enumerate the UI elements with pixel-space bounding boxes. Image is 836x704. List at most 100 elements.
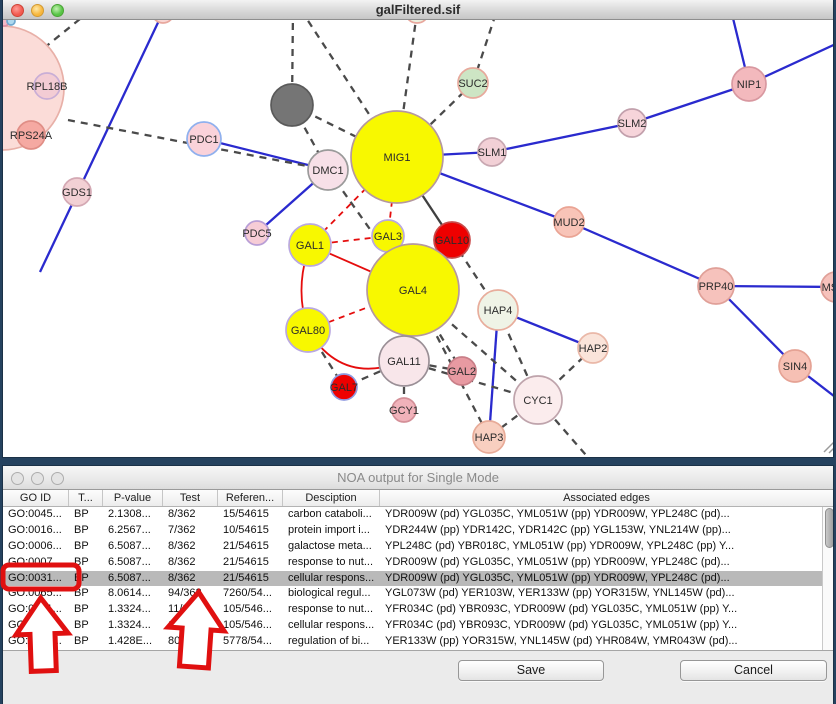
graph-node-label: MIG1 [384,152,411,164]
table-column-header[interactable]: GO IDT...P-valueTestReferen...Desciption… [3,490,833,507]
graph-edge[interactable] [40,12,163,272]
cancel-button[interactable]: Cancel [680,660,827,681]
column-header[interactable]: GO ID [3,490,69,506]
graph-node-label: PDC1 [189,134,218,146]
table-cell: 7/362 [163,523,218,539]
network-canvas[interactable]: RPL18BRPS24AGDS1PDC1PDC5DMC1MIG1SUC2SLM1… [3,0,833,457]
table-cell: 8/362 [163,571,218,587]
scrollbar-thumb[interactable] [825,508,834,548]
table-cell: GO:0007... [3,555,69,571]
save-button[interactable]: Save [458,660,604,681]
graph-edge[interactable] [632,84,749,123]
table-row[interactable]: GO:0031...BP1.3324...11/362105/546...res… [3,602,833,618]
column-header[interactable]: Referen... [218,490,283,506]
graph-node-label: NIP1 [737,79,761,91]
table-cell: GO:0006... [3,539,69,555]
table-cell: 11/362 [163,618,218,634]
table-cell: biological regul... [283,586,380,602]
graph-node-label: SLM1 [478,147,507,159]
table-cell: YFR034C (pd) YBR093C, YDR009W (pd) YGL03… [380,602,833,618]
table-cell: 8.0614... [103,586,163,602]
noa-window-titlebar[interactable]: NOA output for Single Mode [3,466,833,490]
graph-node-label: GAL1 [296,240,324,252]
table-cell: cellular respons... [283,571,380,587]
table-cell: 6.5087... [103,539,163,555]
table-cell: BP [69,507,103,523]
graph-node-label: SIN4 [783,361,807,373]
table-cell: 6.5087... [103,571,163,587]
graph-node-label: GCY1 [389,405,419,417]
graph-node-label: GDS1 [62,187,92,199]
graph-edge[interactable] [44,19,80,48]
graph-node-label: GAL2 [448,366,476,378]
graph-edge[interactable] [569,222,716,286]
graph-node-label: GAL4 [399,285,427,297]
table-cell: GO:0050... [3,634,69,650]
table-cell: galactose meta... [283,539,380,555]
graph-node-label: GAL3 [374,231,402,243]
table-cell: BP [69,523,103,539]
table-cell: BP [69,602,103,618]
table-row[interactable]: GO:0007...BP6.5087...8/36221/54615respon… [3,555,833,571]
table-row[interactable]: GO:0006...BP6.5087...8/36221/54615galact… [3,539,833,555]
table-cell: GO:0031... [3,618,69,634]
table-cell: 80/362 [163,634,218,650]
table-cell: YGL073W (pd) YER103W, YER133W (pp) YOR31… [380,586,833,602]
table-cell: 1.428E... [103,634,163,650]
table-cell: GO:0016... [3,523,69,539]
table-cell: 1.3324... [103,618,163,634]
graph-edge[interactable] [492,123,632,152]
table-cell: GO:0065... [3,586,69,602]
table-cell: 11/362 [163,602,218,618]
table-cell: 94/362 [163,586,218,602]
table-cell: 10/54615 [218,523,283,539]
graph-node-label: GAL11 [387,356,420,368]
table-cell: carbon cataboli... [283,507,380,523]
column-header[interactable]: P-value [103,490,163,506]
graph-window: RPL18BRPS24AGDS1PDC1PDC5DMC1MIG1SUC2SLM1… [3,0,833,457]
column-header[interactable]: T... [69,490,103,506]
column-header[interactable]: Test [163,490,218,506]
table-cell: BP [69,618,103,634]
table-row[interactable]: GO:0031...BP1.3324...11/362105/546...cel… [3,618,833,634]
table-cell: GO:0045... [3,507,69,523]
table-cell: 1.3324... [103,602,163,618]
button-bar: Save Cancel [3,650,833,704]
noa-output-window: NOA output for Single Mode GO IDT...P-va… [3,466,833,704]
column-header[interactable]: Associated edges [380,490,833,506]
table-cell: protein import i... [283,523,380,539]
graph-node-label: SLM2 [618,118,647,130]
graph-window-titlebar[interactable]: galFiltered.sif [3,0,833,20]
table-row[interactable]: GO:0016...BP6.2567...7/36210/54615protei… [3,523,833,539]
table-row[interactable]: GO:0045...BP2.1308...8/36215/54615carbon… [3,507,833,523]
graph-node-label: HAP4 [484,305,513,317]
graph-node-label: SUC2 [458,78,487,90]
graph-node-label: RPS24A [10,130,53,142]
table-row[interactable]: GO:0031...BP6.5087...8/36221/54615cellul… [3,571,833,587]
table-cell: GO:0031... [3,602,69,618]
graph-node-label: MSL1 [822,282,833,294]
graph-node-label: CYC1 [523,395,552,407]
table-cell: YER133W (pp) YOR315W, YNL145W (pd) YHR08… [380,634,833,650]
table-cell: cellular respons... [283,618,380,634]
table-cell: YDR009W (pd) YGL035C, YML051W (pp) YDR00… [380,555,833,571]
graph-node-label: GAL7 [330,382,358,394]
vertical-scrollbar[interactable] [822,507,833,650]
table-cell: 8/362 [163,555,218,571]
table-cell: response to nut... [283,602,380,618]
graph-node-label: HAP3 [475,432,504,444]
table-cell: BP [69,571,103,587]
graph-window-title: galFiltered.sif [3,0,833,19]
table-cell: BP [69,555,103,571]
table-cell: 2.1308... [103,507,163,523]
table-cell: 6.5087... [103,555,163,571]
table-cell: YDR244W (pp) YDR142C, YDR142C (pp) YGL15… [380,523,833,539]
table-cell: BP [69,586,103,602]
graph-node-label: DMC1 [312,165,343,177]
table-cell: 15/54615 [218,507,283,523]
graph-node[interactable] [271,84,313,126]
table-row[interactable]: GO:0065...BP8.0614...94/3627260/54...bio… [3,586,833,602]
table-row[interactable]: GO:0050...BP1.428E...80/3625778/54...reg… [3,634,833,650]
column-header[interactable]: Desciption [283,490,380,506]
graph-node-label: PRP40 [699,281,734,293]
